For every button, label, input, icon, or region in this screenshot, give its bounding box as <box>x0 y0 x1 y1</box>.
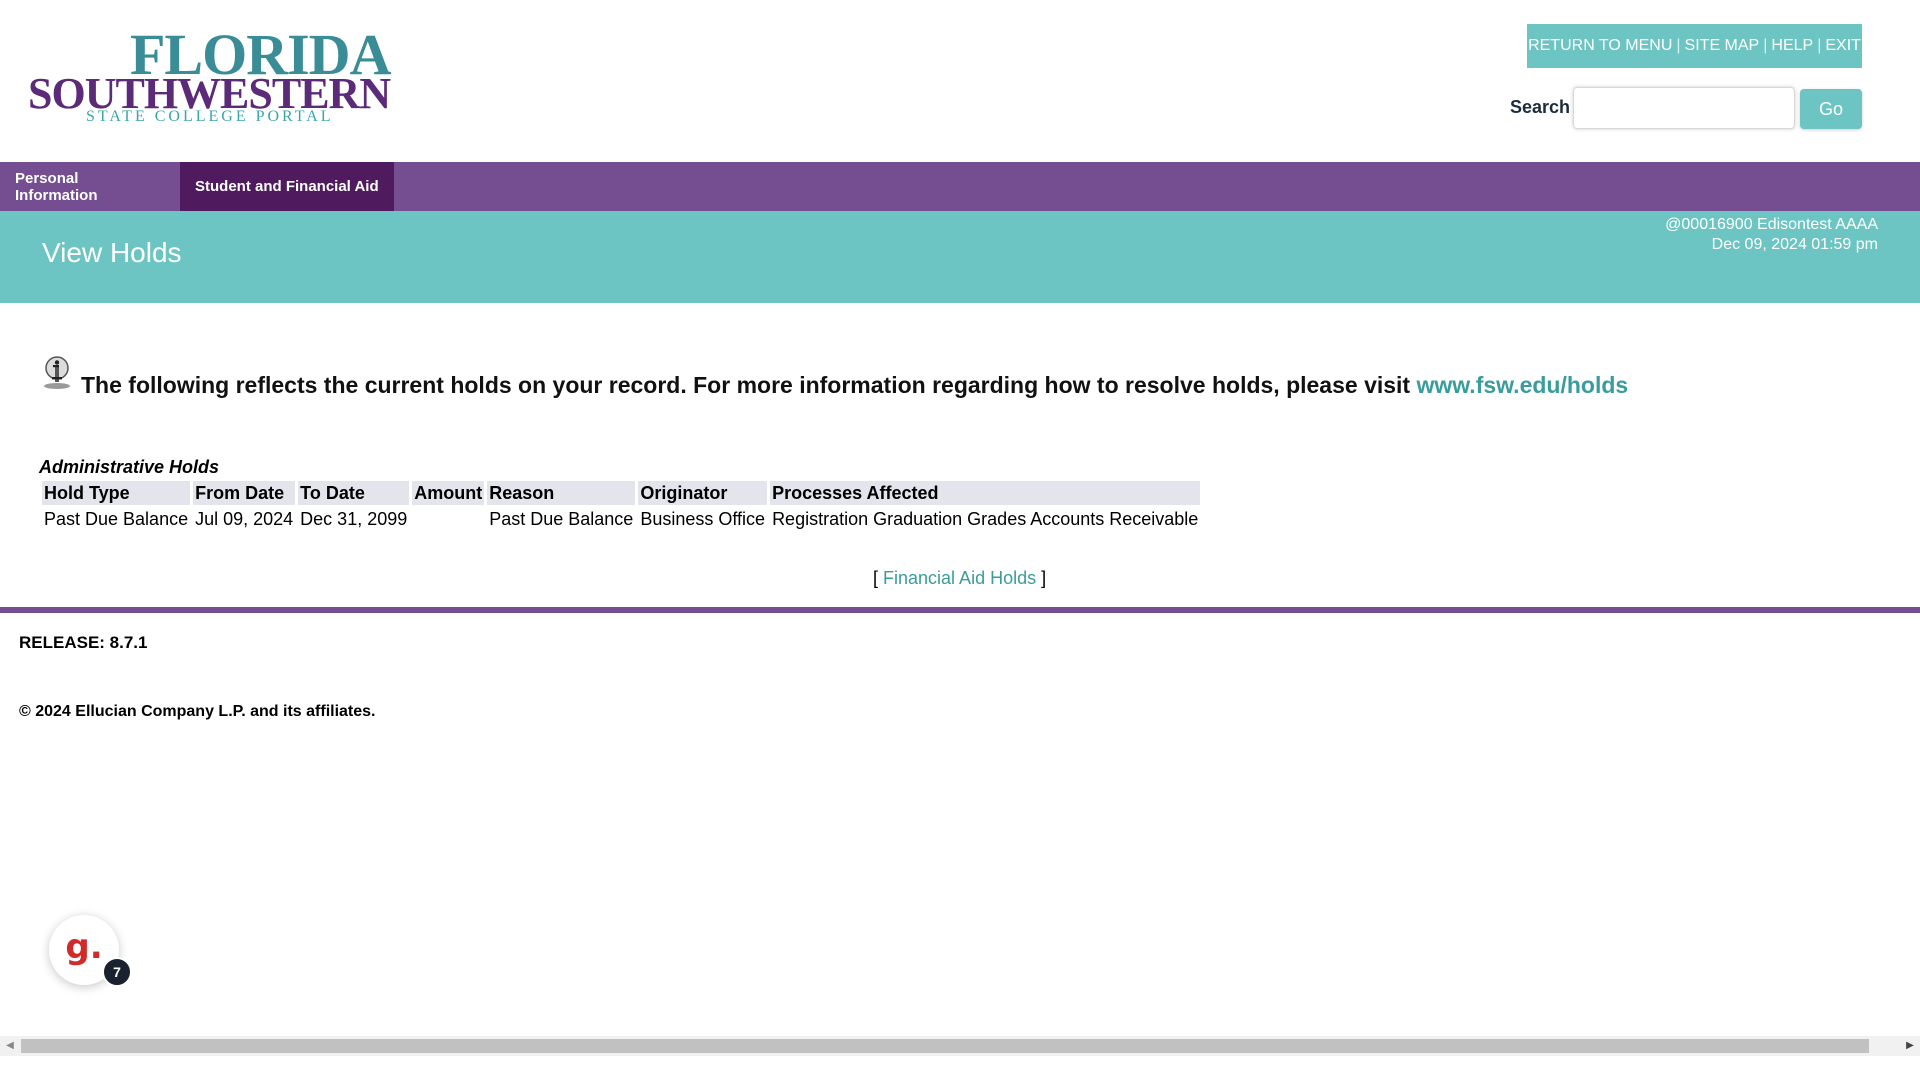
user-id-name: @00016900 Edisontest AAAA <box>1665 216 1878 233</box>
copyright-notice: © 2024 Ellucian Company L.P. and its aff… <box>19 703 376 720</box>
header: FLORIDA SOUTHWESTERN STATE COLLEGE PORTA… <box>0 0 1920 162</box>
tab-student-and-financial-aid[interactable]: Student and Financial Aid <box>180 162 394 211</box>
cell-to-date: Dec 31, 2099 <box>300 508 408 529</box>
column-header-amount: Amount <box>412 481 485 505</box>
bracket-close: ] <box>1036 568 1047 588</box>
scroll-left-arrow-icon[interactable]: ◀ <box>4 1040 16 1052</box>
horizontal-scrollbar[interactable]: ◀ ▶ <box>0 1036 1920 1056</box>
site-map-link[interactable]: SITE MAP <box>1685 37 1760 55</box>
nav-separator: | <box>1817 37 1822 54</box>
financial-aid-holds-link[interactable]: Financial Aid Holds <box>883 568 1036 588</box>
grammarly-icon: g. <box>65 927 103 967</box>
notification-count-badge: 7 <box>102 957 132 987</box>
title-band: View Holds @00016900 Edisontest AAAA Dec… <box>0 211 1920 303</box>
cell-processes-affected: Registration Graduation Grades Accounts … <box>772 508 1199 529</box>
college-logo[interactable]: FLORIDA SOUTHWESTERN STATE COLLEGE PORTA… <box>26 26 391 130</box>
column-header-originator: Originator <box>638 481 768 505</box>
info-icon <box>44 356 70 389</box>
nav-separator: | <box>1763 37 1768 54</box>
cell-originator: Business Office <box>640 508 766 529</box>
table-row: Past Due Balance Jul 09, 2024 Dec 31, 20… <box>42 507 1200 531</box>
bracket-open: [ <box>873 568 884 588</box>
search-input[interactable] <box>1573 87 1795 129</box>
release-version: RELEASE: 8.7.1 <box>19 633 148 652</box>
scroll-right-arrow-icon[interactable]: ▶ <box>1904 1040 1916 1052</box>
help-link[interactable]: HELP <box>1771 37 1813 55</box>
scrollbar-thumb[interactable] <box>21 1039 1869 1053</box>
exit-link[interactable]: EXIT <box>1825 37 1861 55</box>
cell-hold-type: Past Due Balance <box>44 508 189 529</box>
footer-divider <box>0 607 1920 613</box>
column-header-reason: Reason <box>487 481 636 505</box>
column-header-hold-type: Hold Type <box>42 481 191 505</box>
page: FLORIDA SOUTHWESTERN STATE COLLEGE PORTA… <box>0 0 1920 1080</box>
nav-separator: | <box>1676 37 1681 54</box>
column-header-from-date: From Date <box>193 481 296 505</box>
cell-reason: Past Due Balance <box>489 508 634 529</box>
session-timestamp: Dec 09, 2024 01:59 pm <box>1711 236 1878 253</box>
page-title: View Holds <box>42 237 182 268</box>
main-tab-bar: Personal Information Student and Financi… <box>0 162 1920 211</box>
search-label: Search <box>1510 97 1571 117</box>
holds-info-message: The following reflects the current holds… <box>81 372 1628 399</box>
return-to-menu-link[interactable]: RETURN TO MENU <box>1528 37 1672 55</box>
column-header-to-date: To Date <box>298 481 410 505</box>
logo-line-3: STATE COLLEGE PORTAL <box>86 108 334 125</box>
financial-aid-holds-link-wrapper: [ Financial Aid Holds ] <box>873 568 1046 589</box>
tab-personal-information[interactable]: Personal Information <box>0 162 180 211</box>
user-info: @00016900 Edisontest AAAA Dec 09, 2024 0… <box>1665 215 1878 255</box>
administrative-holds-table: Hold Type From Date To Date Amount Reaso… <box>39 479 1203 533</box>
search-go-button[interactable]: Go <box>1800 89 1862 129</box>
cell-amount <box>412 507 484 531</box>
administrative-holds-caption: Administrative Holds <box>39 457 220 477</box>
top-nav: RETURN TO MENU | SITE MAP | HELP | EXIT <box>1527 24 1862 68</box>
holds-info-link[interactable]: www.fsw.edu/holds <box>1416 372 1628 398</box>
cell-from-date: Jul 09, 2024 <box>195 508 294 529</box>
holds-info-text: The following reflects the current holds… <box>81 372 1417 398</box>
column-header-processes-affected: Processes Affected <box>770 481 1201 505</box>
table-header-row: Hold Type From Date To Date Amount Reaso… <box>42 481 1201 505</box>
